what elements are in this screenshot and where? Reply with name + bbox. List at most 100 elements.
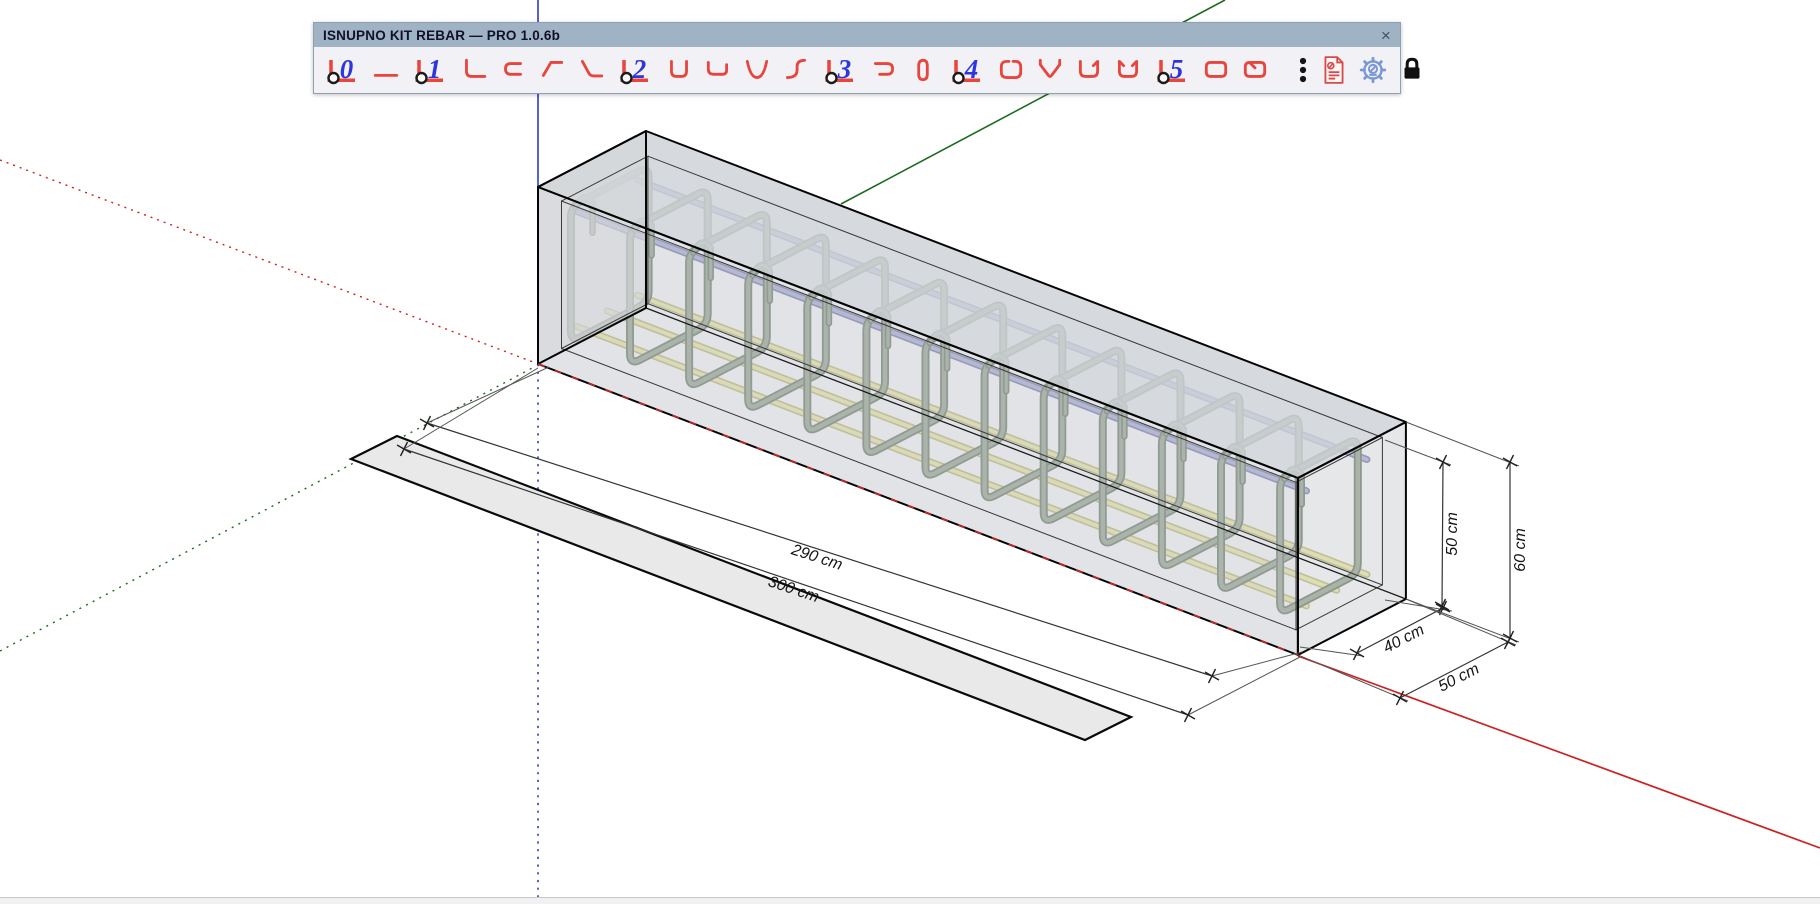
tool-group-4[interactable]: 4	[948, 55, 986, 85]
dimension-line	[1442, 462, 1443, 606]
rebar-toolbar[interactable]: ISNUPNO KIT REBAR — PRO 1.0.6b × 0 1 2 3 4 5	[313, 22, 1401, 94]
red-axis	[1298, 656, 1820, 848]
bar-v-flared-icon	[1036, 57, 1064, 83]
bar-v-round-icon	[743, 57, 771, 83]
rebar-shape-glyph	[919, 60, 928, 79]
lock-icon	[1399, 55, 1425, 85]
toolbar-title: ISNUPNO KIT REBAR — PRO 1.0.6b	[323, 28, 560, 43]
bar-s-curve-icon	[782, 57, 810, 83]
tool-license-lock[interactable]	[1399, 55, 1425, 85]
group-origin-dot	[417, 73, 427, 83]
report-document-icon	[1321, 55, 1347, 85]
toolbar-titlebar[interactable]: ISNUPNO KIT REBAR — PRO 1.0.6b ×	[314, 23, 1400, 47]
tool-settings[interactable]	[1358, 55, 1388, 85]
tool-stirrup-rect-hook[interactable]	[1241, 57, 1269, 83]
tool-stirrup-u-hook2[interactable]	[1114, 57, 1142, 83]
group-number-label: 2	[632, 55, 647, 84]
group-origin-dot	[954, 73, 964, 83]
close-icon[interactable]: ×	[1381, 27, 1391, 44]
bar-l-bend-icon	[460, 57, 488, 83]
group-origin-dot	[827, 73, 837, 83]
rebar-shape-glyph	[582, 61, 601, 76]
window-bottom-edge	[0, 897, 1820, 904]
group-number-label: 1	[428, 55, 442, 84]
tool-group-3[interactable]: 3	[821, 55, 859, 85]
tool-group-1[interactable]: 1	[411, 55, 449, 85]
bar-angle-icon	[538, 57, 566, 83]
rebar-shape-glyph	[787, 60, 804, 77]
stirrup-rect-hook-icon	[1241, 57, 1269, 83]
bar-oval-icon	[909, 57, 937, 83]
tool-bar-oval[interactable]	[909, 57, 937, 83]
rebar-shape-glyph	[708, 62, 726, 74]
sketchup-viewport[interactable]: 290 cm300 cm40 cm50 cm50 cm60 cm ISNUPNO…	[0, 0, 1820, 904]
bar-c-flat-icon	[870, 57, 898, 83]
red-axis-negative	[0, 160, 533, 362]
rebar-shape-glyph	[1245, 62, 1264, 76]
dimension-label-beam-height: 60 cm	[1512, 528, 1529, 572]
tool-bar-v-round[interactable]	[743, 57, 771, 83]
rebar-shape-glyph	[505, 64, 520, 75]
dimension-end-mark	[1185, 708, 1192, 722]
group-number-label: 4	[964, 55, 979, 84]
rebar-shape-glyph	[671, 61, 686, 76]
tool-bar-straight[interactable]	[372, 57, 400, 83]
rebar-shape-glyph	[1080, 61, 1097, 76]
tool-group-2[interactable]: 2	[616, 55, 654, 85]
dimension-end-mark	[1354, 646, 1361, 660]
group-number-label: 3	[837, 55, 852, 84]
tool-bar-u[interactable]	[665, 57, 693, 83]
rebar-shape-glyph	[1206, 62, 1225, 76]
tool-bar-s-curve[interactable]	[782, 57, 810, 83]
dimension-extension-line	[1406, 422, 1519, 466]
tool-stirrup-rect[interactable]	[1202, 57, 1230, 83]
rebar-shape-glyph	[875, 64, 892, 75]
tool-stirrup-open-top[interactable]	[997, 57, 1025, 83]
green-axis-negative	[0, 366, 536, 651]
dimension-label-beam-width: 50 cm	[1436, 660, 1483, 695]
tool-stirrup-u-hook[interactable]	[1075, 57, 1103, 83]
rebar-shape-glyph	[466, 60, 484, 76]
tool-bar-c-flat[interactable]	[870, 57, 898, 83]
group-number-label: 5	[1170, 55, 1184, 84]
stirrup-rect-icon	[1202, 57, 1230, 83]
dimension-label-cage-length: 290 cm	[788, 541, 844, 574]
tool-bar-angle[interactable]	[538, 57, 566, 83]
bar-c-icon	[499, 57, 527, 83]
gear-settings-icon	[1358, 55, 1388, 85]
tool-bar-j-hook[interactable]	[704, 57, 732, 83]
bar-j-hook-icon	[704, 57, 732, 83]
group-origin-dot	[329, 73, 339, 83]
rebar-shape-glyph	[747, 61, 766, 77]
stirrup-open-top-icon	[997, 57, 1025, 83]
group-number-label: 0	[340, 55, 354, 84]
viewport-3d-scene[interactable]: 290 cm300 cm40 cm50 cm50 cm60 cm	[0, 0, 1820, 904]
dimension-extension-line	[1212, 652, 1302, 676]
rebar-shape-glyph	[543, 62, 561, 75]
tool-more-options[interactable]	[1296, 55, 1310, 85]
bar-diag-l-icon	[577, 57, 605, 83]
rebar-shape-glyph	[1001, 61, 1020, 77]
rebar-shape-glyph	[1119, 61, 1136, 76]
tool-bar-l-bend[interactable]	[460, 57, 488, 83]
tool-bar-c[interactable]	[499, 57, 527, 83]
dimension-extension-line	[1188, 657, 1300, 715]
dimension-extension-line	[1298, 655, 1408, 701]
dimension-extension-line	[427, 367, 549, 423]
stirrup-u-hook-icon	[1075, 57, 1103, 83]
bar-straight-icon	[372, 57, 400, 83]
dimension-label-cage-width: 40 cm	[1381, 621, 1427, 656]
rebar-shape-glyph	[1040, 60, 1059, 76]
tool-bar-diag-l[interactable]	[577, 57, 605, 83]
group-origin-dot	[622, 73, 632, 83]
tool-bar-v-flared[interactable]	[1036, 57, 1064, 83]
tool-group-0[interactable]: 0	[323, 55, 361, 85]
tool-group-5[interactable]: 5	[1153, 55, 1191, 85]
toolbar-buttons-row: 0 1 2 3 4 5	[314, 47, 1400, 93]
kebab-menu-icon	[1296, 55, 1310, 85]
bar-u-icon	[665, 57, 693, 83]
group-origin-dot	[1159, 73, 1169, 83]
tool-report[interactable]	[1321, 55, 1347, 85]
dimension-end-mark	[1209, 669, 1216, 683]
stirrup-u-hook2-icon	[1114, 57, 1142, 83]
